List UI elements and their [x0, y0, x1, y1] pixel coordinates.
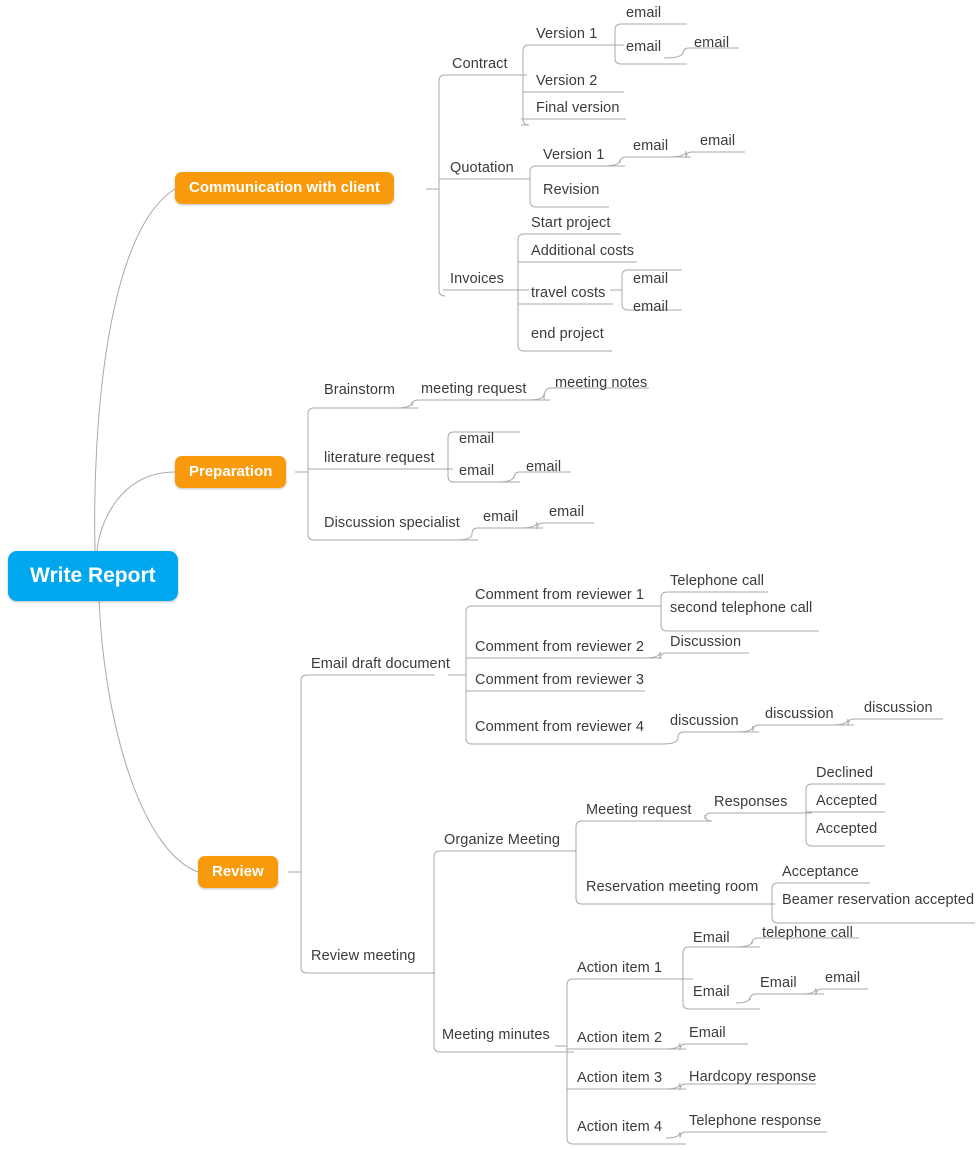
node-contract-version-1-email-2-email[interactable]: email	[694, 36, 729, 51]
node-action-item-1-telephone-call[interactable]: telephone call	[762, 926, 853, 941]
node-contract-version-1-email-1[interactable]: email	[626, 6, 661, 21]
node-reviewer-4-discussion-2[interactable]: discussion	[765, 707, 834, 722]
node-contract[interactable]: Contract	[452, 57, 508, 72]
node-comment-from-reviewer-4[interactable]: Comment from reviewer 4	[475, 720, 644, 735]
node-invoices-travel-costs-email-1[interactable]: email	[633, 272, 668, 287]
node-action-item-1[interactable]: Action item 1	[577, 961, 662, 976]
node-review-meeting[interactable]: Review meeting	[311, 949, 416, 964]
node-quotation-revision[interactable]: Revision	[543, 183, 599, 198]
node-meeting-minutes[interactable]: Meeting minutes	[442, 1028, 550, 1043]
node-contract-version-1[interactable]: Version 1	[536, 27, 597, 42]
root-node-label: Write Report	[30, 564, 156, 587]
node-action-item-1-email-2-email-email[interactable]: email	[825, 971, 860, 986]
node-brainstorm[interactable]: Brainstorm	[324, 383, 395, 398]
node-contract-final-version[interactable]: Final version	[536, 101, 620, 116]
node-beamer-reservation-accepted[interactable]: Beamer reservation accepted	[782, 893, 974, 908]
node-action-item-1-email-2[interactable]: Email	[693, 985, 730, 1000]
node-quotation-version-1-email[interactable]: email	[633, 139, 668, 154]
branch-node-communication-with-client[interactable]: Communication with client	[175, 172, 394, 204]
node-literature-request-email-1[interactable]: email	[459, 432, 494, 447]
node-brainstorm-meeting-notes[interactable]: meeting notes	[555, 376, 647, 391]
node-action-item-1-email-2-email[interactable]: Email	[760, 976, 797, 991]
node-invoices-travel-costs-email-2[interactable]: email	[633, 300, 668, 315]
node-reservation-meeting-room[interactable]: Reservation meeting room	[586, 880, 758, 895]
node-response-accepted-1[interactable]: Accepted	[816, 794, 877, 809]
node-literature-request[interactable]: literature request	[324, 451, 435, 466]
node-reviewer-2-discussion[interactable]: Discussion	[670, 635, 741, 650]
root-node-write-report[interactable]: Write Report	[8, 551, 178, 601]
node-action-item-2-email[interactable]: Email	[689, 1026, 726, 1041]
node-quotation-version-1[interactable]: Version 1	[543, 148, 604, 163]
branch-node-label: Preparation	[189, 463, 273, 480]
node-email-draft-document[interactable]: Email draft document	[311, 657, 450, 672]
wire-root-review	[98, 598, 199, 873]
wire-root-communication	[94, 188, 176, 552]
mindmap-canvas: Write Report Communication with client P…	[0, 0, 980, 1150]
node-discussion-specialist-email[interactable]: email	[483, 510, 518, 525]
node-organize-meeting[interactable]: Organize Meeting	[444, 833, 560, 848]
branch-node-label: Review	[212, 863, 264, 880]
node-literature-request-email-2[interactable]: email	[459, 464, 494, 479]
node-invoices-additional-costs[interactable]: Additional costs	[531, 244, 634, 259]
node-acceptance[interactable]: Acceptance	[782, 865, 859, 880]
node-invoices-end-project[interactable]: end project	[531, 327, 604, 342]
node-action-item-2[interactable]: Action item 2	[577, 1031, 662, 1046]
node-contract-version-1-email-2[interactable]: email	[626, 40, 661, 55]
node-invoices[interactable]: Invoices	[450, 272, 504, 287]
node-action-item-3[interactable]: Action item 3	[577, 1071, 662, 1086]
branch-node-preparation[interactable]: Preparation	[175, 456, 287, 488]
wire-root-preparation	[96, 471, 176, 552]
node-action-item-4-telephone-response[interactable]: Telephone response	[689, 1114, 821, 1129]
node-meeting-request[interactable]: Meeting request	[586, 803, 691, 818]
node-discussion-specialist[interactable]: Discussion specialist	[324, 516, 460, 531]
node-telephone-call[interactable]: Telephone call	[670, 574, 764, 589]
node-contract-version-2[interactable]: Version 2	[536, 74, 597, 89]
node-comment-from-reviewer-3[interactable]: Comment from reviewer 3	[475, 673, 644, 688]
node-responses[interactable]: Responses	[714, 795, 787, 810]
node-action-item-1-email-1[interactable]: Email	[693, 931, 730, 946]
node-invoices-travel-costs[interactable]: travel costs	[531, 286, 606, 301]
node-quotation[interactable]: Quotation	[450, 161, 514, 176]
node-literature-request-email-2-email[interactable]: email	[526, 460, 561, 475]
node-second-telephone-call[interactable]: second telephone call	[670, 601, 812, 616]
node-comment-from-reviewer-1[interactable]: Comment from reviewer 1	[475, 588, 644, 603]
branch-node-label: Communication with client	[189, 179, 380, 196]
node-reviewer-4-discussion-1[interactable]: discussion	[670, 714, 739, 729]
node-quotation-version-1-email-email[interactable]: email	[700, 134, 735, 149]
node-response-declined[interactable]: Declined	[816, 766, 873, 781]
node-invoices-start-project[interactable]: Start project	[531, 216, 610, 231]
node-reviewer-4-discussion-3[interactable]: discussion	[864, 701, 933, 716]
node-action-item-4[interactable]: Action item 4	[577, 1120, 662, 1135]
node-discussion-specialist-email-email[interactable]: email	[549, 505, 584, 520]
node-response-accepted-2[interactable]: Accepted	[816, 822, 877, 837]
node-brainstorm-meeting-request[interactable]: meeting request	[421, 382, 526, 397]
branch-node-review[interactable]: Review	[198, 856, 278, 888]
node-action-item-3-hardcopy-response[interactable]: Hardcopy response	[689, 1070, 816, 1085]
node-comment-from-reviewer-2[interactable]: Comment from reviewer 2	[475, 640, 644, 655]
